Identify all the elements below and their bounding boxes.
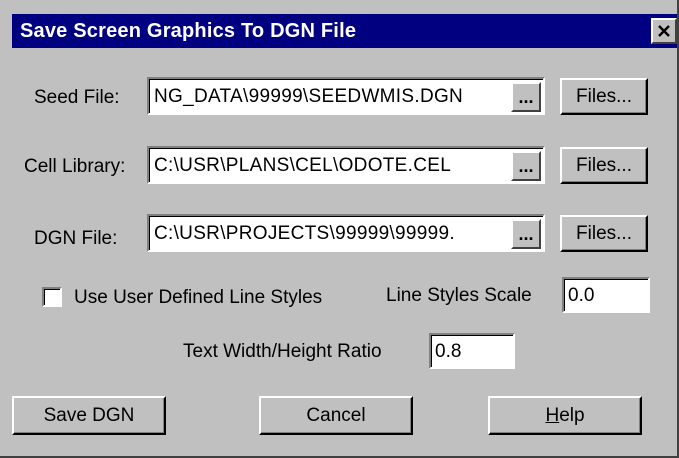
dgn-file-browse-button[interactable]: ... [511, 219, 541, 249]
dgn-file-value: C:\USR\PROJECTS\99999\99999. [154, 223, 455, 244]
dgn-file-label: DGN File: [34, 228, 118, 249]
seed-file-browse-button[interactable]: ... [511, 82, 541, 112]
help-label-rest: elp [559, 404, 585, 426]
seed-file-files-button[interactable]: Files... [560, 78, 648, 115]
user-line-styles-label[interactable]: Use User Defined Line Styles [74, 287, 322, 309]
line-styles-scale-value: 0.0 [568, 285, 595, 306]
dgn-file-field[interactable]: C:\USR\PROJECTS\99999\99999. ... [147, 214, 545, 252]
close-button[interactable] [651, 18, 677, 44]
line-styles-scale-label: Line Styles Scale [386, 285, 532, 306]
cell-library-label: Cell Library: [24, 156, 126, 177]
seed-file-field[interactable]: NG_DATA\99999\SEEDWMIS.DGN ... [147, 77, 545, 115]
text-ratio-input[interactable]: 0.8 [429, 333, 515, 369]
cell-library-value: C:\USR\PLANS\CEL\ODOTE.CEL [154, 155, 452, 176]
text-ratio-label: Text Width/Height Ratio [183, 341, 382, 362]
text-ratio-value: 0.8 [435, 341, 462, 362]
cell-library-field[interactable]: C:\USR\PLANS\CEL\ODOTE.CEL ... [147, 146, 545, 184]
cancel-button[interactable]: Cancel [259, 396, 413, 435]
dgn-file-files-button[interactable]: Files... [560, 215, 648, 252]
cell-library-browse-button[interactable]: ... [511, 151, 541, 181]
title-bar[interactable]: Save Screen Graphics To DGN File [12, 14, 677, 48]
line-styles-scale-input[interactable]: 0.0 [562, 277, 650, 313]
close-icon [658, 25, 670, 37]
help-button[interactable]: Help [488, 396, 642, 435]
seed-file-label: Seed File: [34, 87, 120, 108]
user-line-styles-checkbox[interactable] [42, 287, 62, 307]
seed-file-value: NG_DATA\99999\SEEDWMIS.DGN [154, 86, 464, 107]
window-title: Save Screen Graphics To DGN File [20, 20, 357, 42]
help-mnemonic: H [545, 404, 560, 426]
cell-library-files-button[interactable]: Files... [560, 147, 648, 184]
save-dgn-button[interactable]: Save DGN [12, 396, 166, 435]
save-dgn-dialog: Save Screen Graphics To DGN File Seed Fi… [0, 0, 679, 458]
